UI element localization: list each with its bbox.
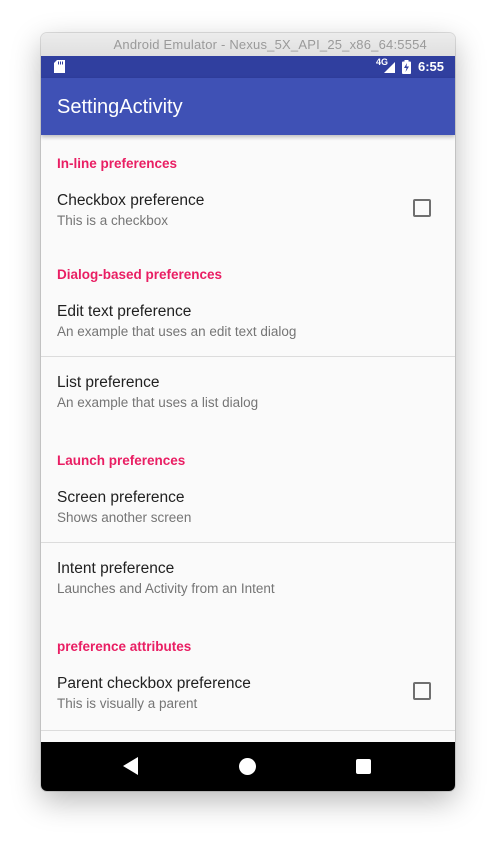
- app-toolbar: SettingActivity: [41, 78, 455, 135]
- status-clock: 6:55: [418, 59, 445, 74]
- screen-preference[interactable]: Screen preference Shows another screen: [41, 476, 455, 542]
- list-preference[interactable]: List preference An example that uses a l…: [41, 357, 455, 431]
- category-header-attributes: preference attributes: [57, 639, 192, 654]
- category-header-inline: In-line preferences: [57, 156, 178, 171]
- checkbox-preference[interactable]: Checkbox preference This is a checkbox: [41, 179, 455, 245]
- circle-home-icon[interactable]: [239, 758, 256, 775]
- parent-checkbox-preference[interactable]: Parent checkbox preference This is visua…: [41, 662, 455, 728]
- preference-summary: An example that uses an edit text dialog: [57, 324, 297, 339]
- window-title: Android Emulator - Nexus_5X_API_25_x86_6…: [113, 37, 427, 52]
- checkbox-unchecked[interactable]: [413, 682, 431, 700]
- battery-charging-icon: [402, 60, 411, 74]
- divider: [41, 730, 455, 731]
- preference-title: List preference: [57, 374, 160, 391]
- category-header-dialog: Dialog-based preferences: [57, 267, 223, 282]
- window-titlebar: Android Emulator - Nexus_5X_API_25_x86_6…: [41, 33, 455, 56]
- sd-card-icon: [54, 60, 65, 73]
- navigation-bar: [41, 742, 455, 791]
- preference-summary: Launches and Activity from an Intent: [57, 581, 275, 596]
- emulator-window: Android Emulator - Nexus_5X_API_25_x86_6…: [41, 33, 455, 791]
- preference-title: Checkbox preference: [57, 192, 205, 209]
- checkbox-unchecked[interactable]: [413, 199, 431, 217]
- category-header-launch: Launch preferences: [57, 453, 186, 468]
- status-bar: 4G 6:55: [41, 56, 455, 78]
- square-recents-icon[interactable]: [356, 759, 371, 774]
- preference-title: Parent checkbox preference: [57, 675, 251, 692]
- preference-title: Intent preference: [57, 560, 175, 577]
- preference-summary: Shows another screen: [57, 510, 192, 525]
- intent-preference[interactable]: Intent preference Launches and Activity …: [41, 543, 455, 617]
- preference-summary: This is visually a parent: [57, 696, 198, 711]
- preference-summary: This is a checkbox: [57, 213, 169, 228]
- edit-text-preference[interactable]: Edit text preference An example that use…: [41, 290, 455, 356]
- preference-summary: An example that uses a list dialog: [57, 395, 259, 410]
- preference-title: Edit text preference: [57, 303, 192, 320]
- app-title: SettingActivity: [57, 96, 183, 118]
- preference-title: Screen preference: [57, 489, 185, 506]
- signal-icon: [384, 62, 395, 73]
- preferences-list[interactable]: In-line preferences Checkbox preference …: [41, 135, 455, 742]
- triangle-back-icon[interactable]: [123, 757, 138, 775]
